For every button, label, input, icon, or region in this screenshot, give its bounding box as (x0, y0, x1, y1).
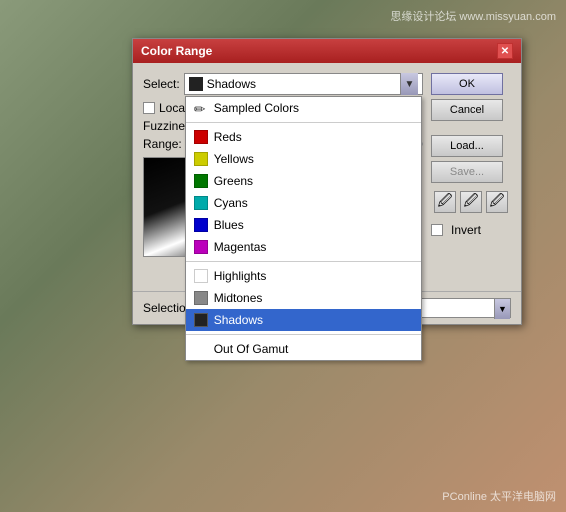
eyedropper-icon: ✏ (194, 101, 208, 115)
dropdown-item-blues[interactable]: Blues (186, 214, 421, 236)
sample-eyedropper-button[interactable]: 🖉 (434, 191, 456, 213)
eyedropper-tools: 🖉 🖉 🖉 (431, 191, 511, 213)
dropdown-item-shadows[interactable]: Shadows (186, 309, 421, 331)
dropdown-item-yellows[interactable]: Yellows (186, 148, 421, 170)
highlights-swatch (194, 269, 208, 283)
reds-swatch (194, 130, 208, 144)
close-button[interactable]: ✕ (497, 43, 513, 59)
selection-preview-arrow-icon[interactable]: ▼ (494, 299, 510, 319)
dropdown-item-cyans[interactable]: Cyans (186, 192, 421, 214)
magentas-swatch (194, 240, 208, 254)
shadows-swatch (194, 313, 208, 327)
dropdown-item-greens[interactable]: Greens (186, 170, 421, 192)
ok-button[interactable]: OK (431, 73, 503, 95)
dialog-titlebar: Color Range ✕ (133, 39, 521, 63)
dropdown-item-highlights-label: Highlights (214, 269, 267, 283)
color-range-dialog: Color Range ✕ Select: Shadows ▼ ✏ S (132, 38, 522, 325)
cancel-button[interactable]: Cancel (431, 99, 503, 121)
dropdown-item-shadows-label: Shadows (214, 313, 263, 327)
divider-3 (186, 334, 421, 335)
invert-row: Invert (431, 223, 511, 237)
yellows-swatch (194, 152, 208, 166)
watermark-bottom: PConline 太平洋电脑网 (442, 488, 556, 504)
greens-swatch (194, 174, 208, 188)
localize-checkbox[interactable] (143, 102, 155, 114)
dropdown-item-blues-label: Blues (214, 218, 244, 232)
dialog-body: Select: Shadows ▼ ✏ Sampled Colors (133, 63, 521, 291)
dialog-left: Select: Shadows ▼ ✏ Sampled Colors (143, 73, 423, 281)
dropdown-item-out-of-gamut[interactable]: Out Of Gamut (186, 338, 421, 360)
divider-2 (186, 261, 421, 262)
save-button[interactable]: Save... (431, 161, 503, 183)
blues-swatch (194, 218, 208, 232)
select-row: Select: Shadows ▼ ✏ Sampled Colors (143, 73, 423, 95)
load-button[interactable]: Load... (431, 135, 503, 157)
cyans-swatch (194, 196, 208, 210)
select-label: Select: (143, 77, 180, 91)
invert-checkbox[interactable] (431, 224, 443, 236)
dropdown-item-reds-label: Reds (214, 130, 242, 144)
remove-eyedropper-button[interactable]: 🖉 (486, 191, 508, 213)
out-of-gamut-swatch (194, 342, 208, 356)
midtones-swatch (194, 291, 208, 305)
dialog-title: Color Range (141, 44, 212, 58)
dropdown-item-midtones-label: Midtones (214, 291, 263, 305)
invert-label: Invert (451, 223, 481, 237)
select-dropdown-list[interactable]: ✏ Sampled Colors Reds Yellows (185, 96, 422, 361)
dropdown-item-out-of-gamut-label: Out Of Gamut (214, 342, 289, 356)
select-color-swatch (189, 77, 203, 91)
watermark-top: 思缘设计论坛 www.missyuan.com (390, 8, 556, 24)
dropdown-item-midtones[interactable]: Midtones (186, 287, 421, 309)
dropdown-item-yellows-label: Yellows (214, 152, 254, 166)
dropdown-item-magentas[interactable]: Magentas (186, 236, 421, 258)
button-gap-1 (431, 125, 511, 131)
dialog-right: OK Cancel Load... Save... 🖉 🖉 🖉 Invert (431, 73, 511, 281)
add-eyedropper-button[interactable]: 🖉 (460, 191, 482, 213)
dropdown-item-reds[interactable]: Reds (186, 126, 421, 148)
select-arrow-icon[interactable]: ▼ (400, 73, 418, 95)
select-dropdown[interactable]: Shadows ▼ ✏ Sampled Colors Reds (184, 73, 423, 95)
dropdown-item-highlights[interactable]: Highlights (186, 265, 421, 287)
dropdown-item-greens-label: Greens (214, 174, 253, 188)
select-value: Shadows (207, 77, 400, 91)
dropdown-item-sampled[interactable]: ✏ Sampled Colors (186, 97, 421, 119)
dropdown-item-sampled-label: Sampled Colors (214, 101, 299, 115)
divider-1 (186, 122, 421, 123)
dropdown-item-cyans-label: Cyans (214, 196, 248, 210)
dropdown-item-magentas-label: Magentas (214, 240, 267, 254)
range-label: Range: (143, 137, 182, 151)
